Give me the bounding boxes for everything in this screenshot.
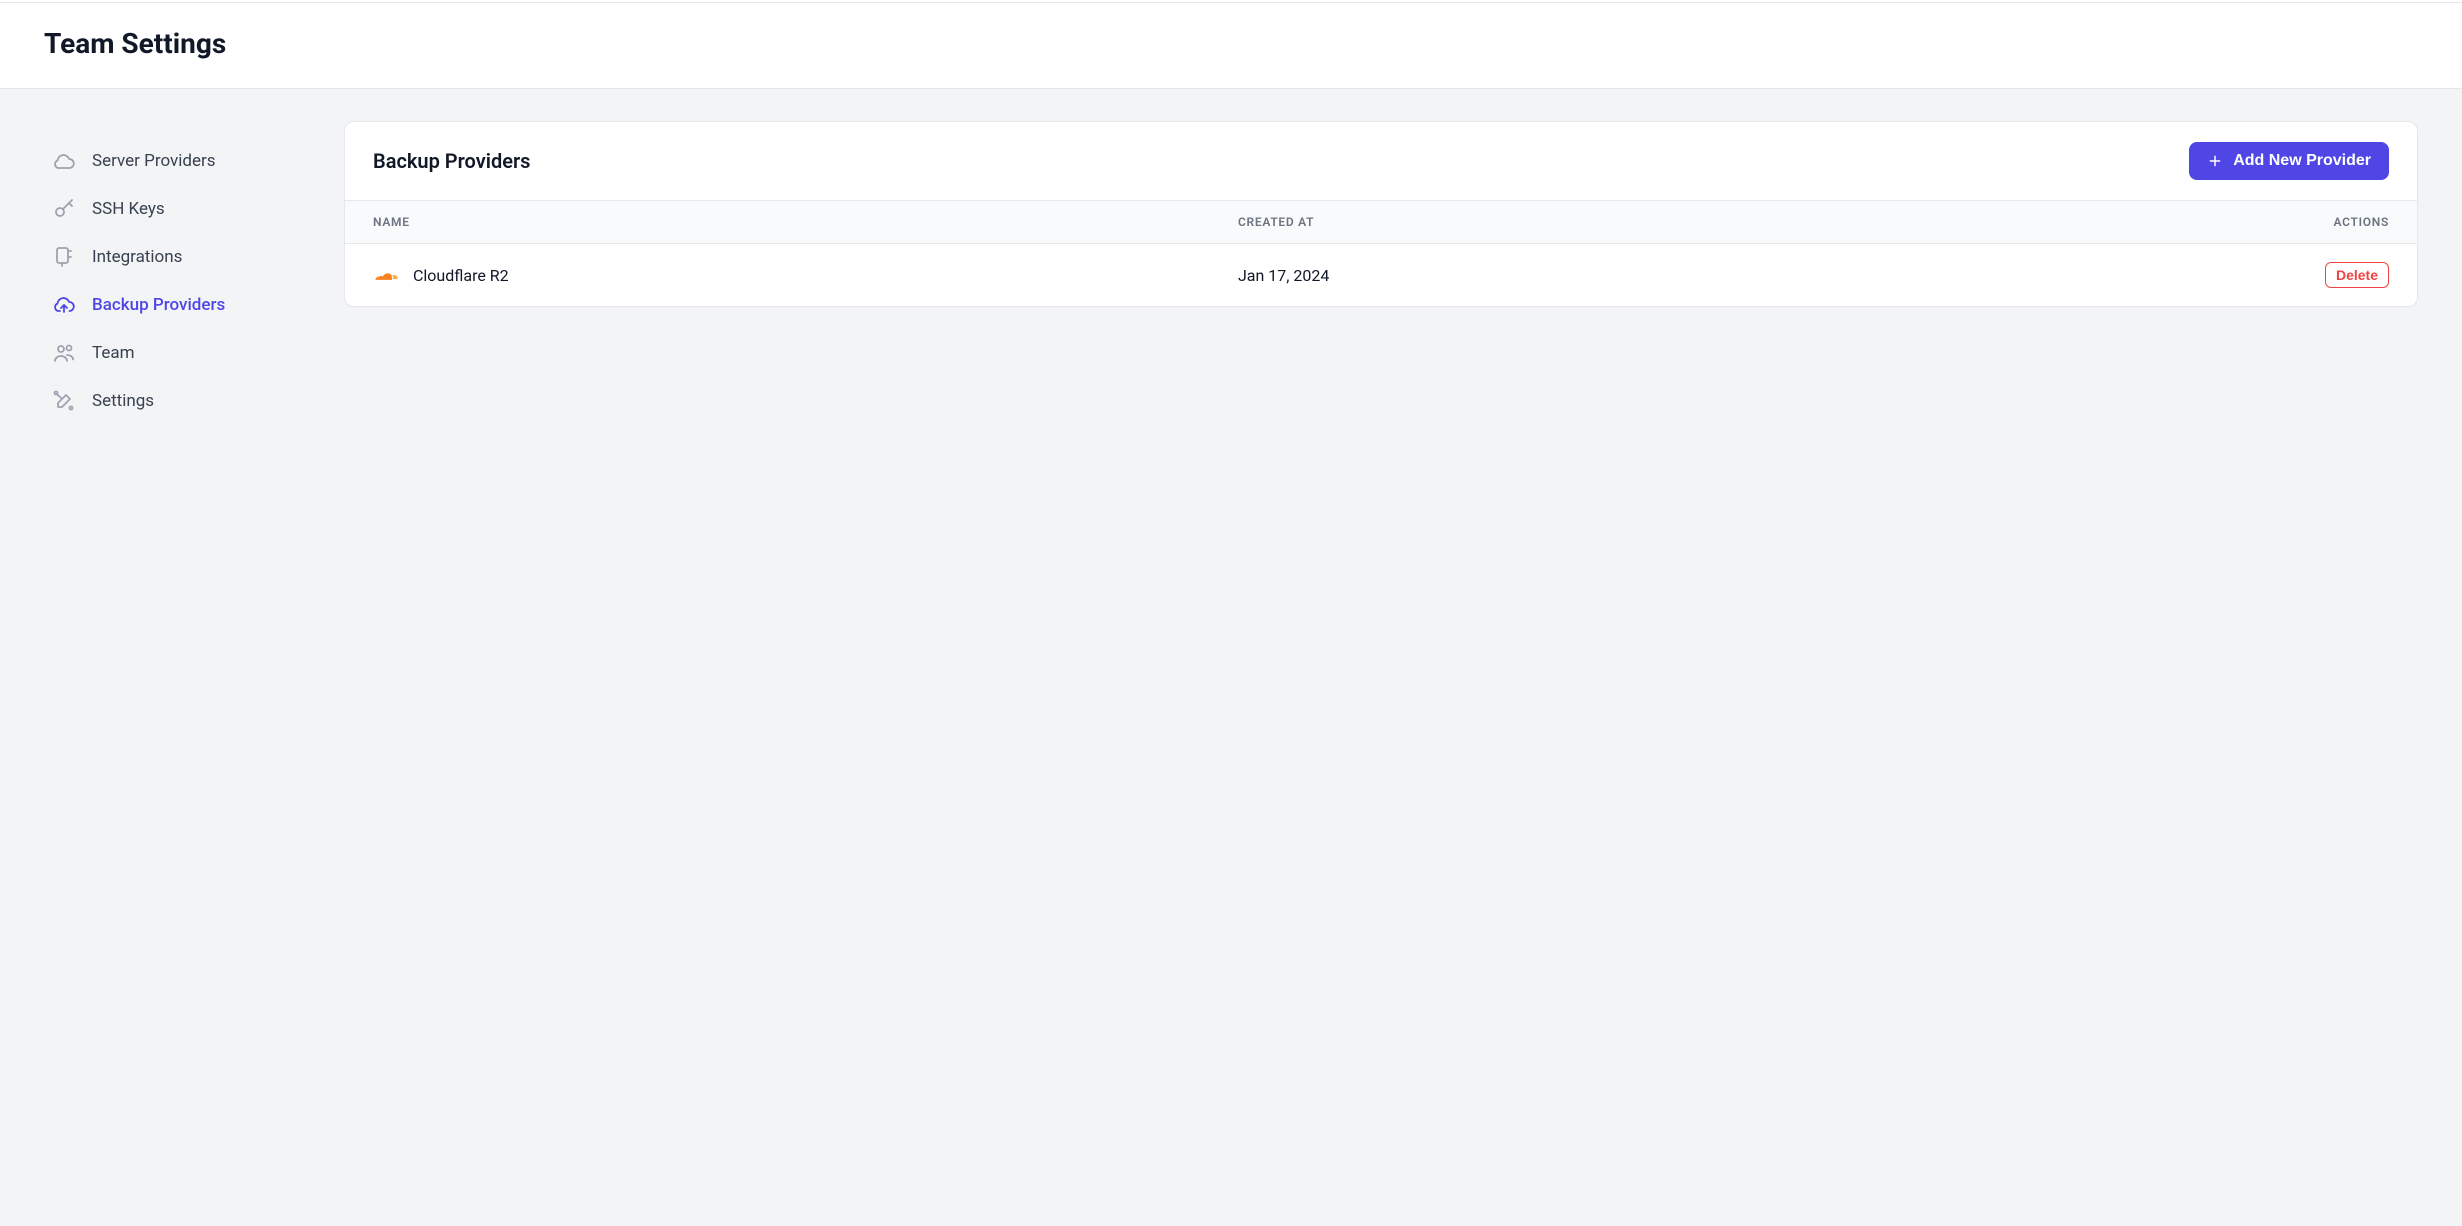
- page-header: Team Settings: [0, 3, 2462, 89]
- sidebar-item-label: Server Providers: [92, 151, 216, 171]
- users-icon: [52, 341, 76, 365]
- backup-providers-card: Backup Providers Add New Provider Name C…: [344, 121, 2418, 307]
- sidebar-item-label: Team: [92, 343, 135, 363]
- content: Server Providers SSH Keys Integrations B…: [0, 89, 2462, 457]
- sidebar-item-backup-providers[interactable]: Backup Providers: [44, 281, 304, 329]
- col-created-at: Created At: [1210, 201, 1875, 244]
- sidebar-item-server-providers[interactable]: Server Providers: [44, 137, 304, 185]
- delete-button[interactable]: Delete: [2325, 262, 2389, 288]
- key-icon: [52, 197, 76, 221]
- sidebar-item-label: SSH Keys: [92, 199, 165, 219]
- sidebar-item-ssh-keys[interactable]: SSH Keys: [44, 185, 304, 233]
- sidebar: Server Providers SSH Keys Integrations B…: [44, 121, 304, 425]
- panel-title: Backup Providers: [373, 149, 530, 173]
- add-new-provider-label: Add New Provider: [2233, 152, 2371, 170]
- cloudflare-icon: [373, 265, 399, 285]
- add-new-provider-button[interactable]: Add New Provider: [2189, 142, 2389, 180]
- cloud-upload-icon: [52, 293, 76, 317]
- providers-table: Name Created At Actions Cloudflare R2: [345, 200, 2417, 306]
- sidebar-item-label: Backup Providers: [92, 295, 225, 315]
- sidebar-item-label: Integrations: [92, 247, 182, 267]
- tools-icon: [52, 389, 76, 413]
- card-header: Backup Providers Add New Provider: [345, 122, 2417, 200]
- provider-name: Cloudflare R2: [413, 266, 509, 285]
- table-row: Cloudflare R2 Jan 17, 2024 Delete: [345, 244, 2417, 307]
- sidebar-item-integrations[interactable]: Integrations: [44, 233, 304, 281]
- col-actions: Actions: [1875, 201, 2417, 244]
- col-name: Name: [345, 201, 1210, 244]
- plug-icon: [52, 245, 76, 269]
- sidebar-item-team[interactable]: Team: [44, 329, 304, 377]
- plus-icon: [2207, 153, 2223, 169]
- provider-name-cell: Cloudflare R2: [373, 265, 1182, 285]
- sidebar-item-settings[interactable]: Settings: [44, 377, 304, 425]
- sidebar-item-label: Settings: [92, 391, 154, 411]
- main: Backup Providers Add New Provider Name C…: [344, 121, 2418, 307]
- cloud-icon: [52, 149, 76, 173]
- provider-created-at: Jan 17, 2024: [1210, 244, 1875, 307]
- page-title: Team Settings: [44, 27, 2418, 60]
